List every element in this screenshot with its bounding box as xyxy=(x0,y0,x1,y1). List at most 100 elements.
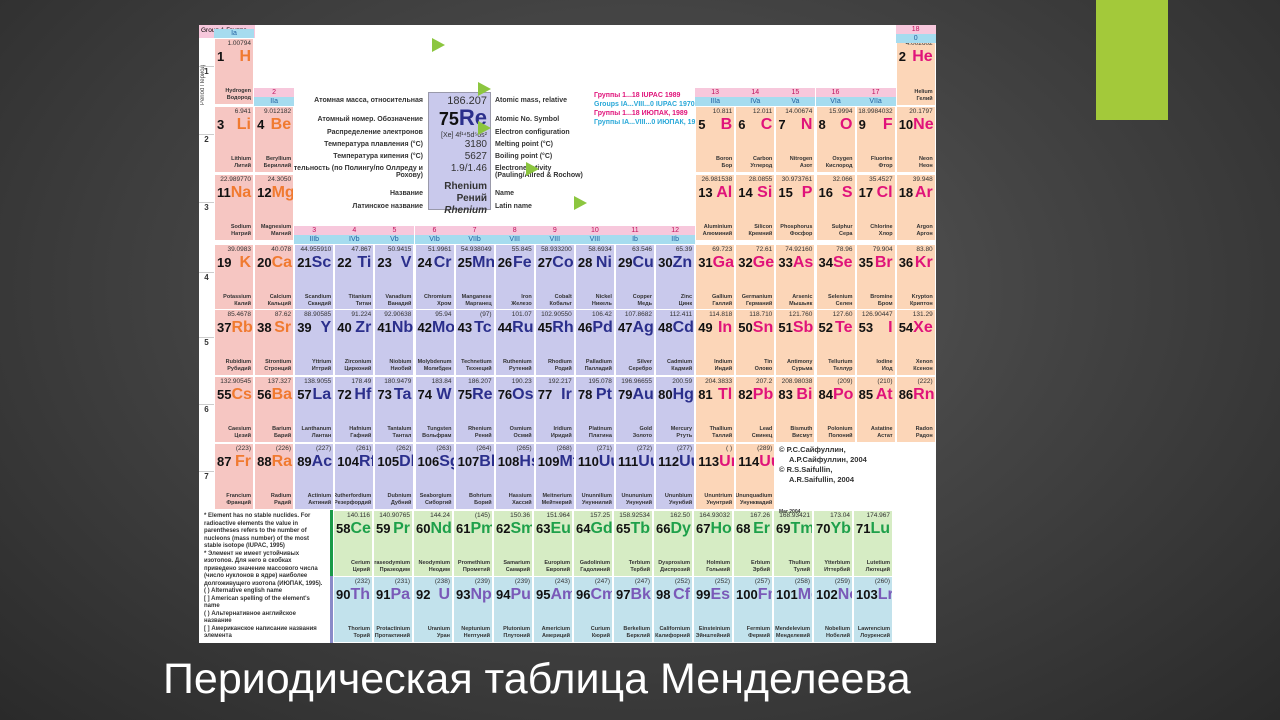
element-name-ru: Магний xyxy=(271,231,292,237)
element-te: 127.60 52 Te Tellurium Теллур xyxy=(815,309,856,376)
element-name: Unununium xyxy=(621,493,652,499)
group-number: 14 xyxy=(735,88,776,97)
element-symbol: Ta xyxy=(393,386,412,403)
element-name: Bromine xyxy=(870,294,893,300)
group-system-label: Groups IA...VIII...0 IUPAC 1970 xyxy=(594,101,695,108)
atomic-mass: 114.818 xyxy=(709,311,733,318)
element-name: Astatine xyxy=(870,426,893,432)
element-symbol: Sr xyxy=(274,319,292,336)
atomic-number: 54 xyxy=(898,320,914,335)
group-roman: Va xyxy=(775,97,816,106)
atomic-mass: 69.723 xyxy=(712,246,733,253)
element-symbol: Ra xyxy=(271,453,293,470)
element-symbol: Pd xyxy=(592,319,613,336)
element-symbol: Rf xyxy=(359,453,375,470)
element-name-ru: Осмий xyxy=(513,433,532,439)
element-name-ru: Родий xyxy=(554,366,572,372)
atomic-number: 32 xyxy=(738,255,753,270)
atomic-mass: 6.941 xyxy=(234,108,251,115)
element-symbol: La xyxy=(312,386,332,403)
element-name-ru: Менделевий xyxy=(775,633,810,639)
element-db: (262) 105Db Dubnium Дубний xyxy=(374,443,415,510)
legend-label-en: Boiling point (°C) xyxy=(495,153,553,160)
element-pa: (231) 91 Pa Protactinium Протактиний xyxy=(373,576,413,643)
atomic-mass: 12.011 xyxy=(752,108,773,115)
element-name-ru: Унунтрий xyxy=(706,500,733,506)
atomic-number: 13 xyxy=(698,185,713,200)
group-roman: Ia xyxy=(214,29,254,38)
atomic-number: 44 xyxy=(497,320,513,335)
element-name: Caesium xyxy=(228,426,251,432)
element-name: Tungsten xyxy=(427,426,452,432)
element-name-ru: Технеций xyxy=(465,366,492,372)
example-latin: Rhenium xyxy=(444,205,487,216)
atomic-mass: 107.8682 xyxy=(624,311,652,318)
element-name: Cadmium xyxy=(667,359,693,365)
element-name: Nitrogen xyxy=(789,156,813,162)
atomic-number: 53 xyxy=(858,320,874,335)
bullet-triangle-icon xyxy=(432,38,445,52)
element-name-ru: Свинец xyxy=(751,433,773,439)
atomic-mass: 9.012182 xyxy=(263,108,292,115)
element-br: 79.904 35 Br Bromine Бром xyxy=(855,244,896,311)
element-name: Protactinium xyxy=(376,626,410,632)
atomic-number: 50 xyxy=(738,320,753,335)
element-symbol: Zn xyxy=(672,254,693,271)
atomic-mass: (271) xyxy=(596,445,612,452)
element-name-ru: Нептуний xyxy=(463,633,490,639)
element-ge: 72.61 32 Ge Germanium Германий xyxy=(735,244,776,311)
element-name-ru: Кремний xyxy=(748,231,773,237)
element-name: Ununbium xyxy=(664,493,693,499)
group-header-14: 14 IVa xyxy=(735,88,776,106)
atomic-mass: 22.989770 xyxy=(220,176,251,183)
atomic-mass: 151.964 xyxy=(546,512,571,519)
atomic-mass: (261) xyxy=(356,445,372,452)
group-header-13: 13 IIIa xyxy=(695,88,736,106)
element-symbol: Bh xyxy=(479,453,493,470)
element-name-ru: Тантал xyxy=(392,433,412,439)
element-name-ru: Индий xyxy=(714,366,733,372)
element-si: 28.0855 14 Si Silicon Кремний xyxy=(735,174,776,241)
element-symbol: Ti xyxy=(357,254,372,271)
group-number: 13 xyxy=(695,88,736,97)
atomic-number: 27 xyxy=(537,255,553,270)
element-name-ru: Берклий xyxy=(626,633,650,639)
atomic-mass: 195.078 xyxy=(588,378,612,385)
element-name-ru: Теллур xyxy=(833,366,853,372)
element-symbol: H xyxy=(239,48,251,65)
element-name-ru: Лютеций xyxy=(865,567,890,573)
element-symbol: Re xyxy=(472,386,493,403)
element-name-ru: Рений xyxy=(474,433,492,439)
element-symbol: Na xyxy=(230,184,252,201)
element-name: Californium xyxy=(659,626,690,632)
element-name: Lawrencium xyxy=(857,626,890,632)
group-number: 8 xyxy=(494,226,535,235)
legend-label-en: Atomic mass, relative xyxy=(495,97,567,104)
element-cl: 35.4527 17 Cl Chlorine Хлор xyxy=(855,174,896,241)
element-symbol: Yb xyxy=(830,520,851,537)
periodic-table-image: Group 1 Группа Period Период 186.207 75R… xyxy=(199,25,936,643)
atomic-number: 75 xyxy=(457,387,473,402)
element-lu: 174.967 71 Lu Lutetium Лютеций xyxy=(853,510,893,577)
element-name: Iridium xyxy=(553,426,572,432)
element-symbol: Uub xyxy=(679,453,694,470)
group-roman: VIII xyxy=(494,235,535,244)
element-symbol: Tm xyxy=(790,520,813,537)
element-symbol: U xyxy=(438,586,450,603)
atomic-number: 37 xyxy=(217,320,232,335)
element-re: 186.207 75 Re Rhenium Рений xyxy=(454,376,495,443)
atomic-mass: 39.948 xyxy=(912,176,933,183)
element-symbol: Lr xyxy=(877,586,893,603)
atomic-mass: (239) xyxy=(514,578,530,585)
element-name: Thulium xyxy=(788,560,810,566)
atomic-mass: 18.9984032 xyxy=(858,108,893,115)
element-sn: 118.710 50 Sn Tin Олово xyxy=(735,309,776,376)
element-symbol: Po xyxy=(832,386,854,403)
element-name-ru: Нобелий xyxy=(825,633,850,639)
group-header-3: 3 IIIb xyxy=(294,226,335,244)
group-number: 12 xyxy=(655,226,696,235)
element-name-ru: Дубний xyxy=(390,500,412,506)
period-label: 4 xyxy=(199,272,214,282)
element-name: Titanium xyxy=(348,294,372,300)
atomic-mass: 144.24 xyxy=(430,512,450,519)
